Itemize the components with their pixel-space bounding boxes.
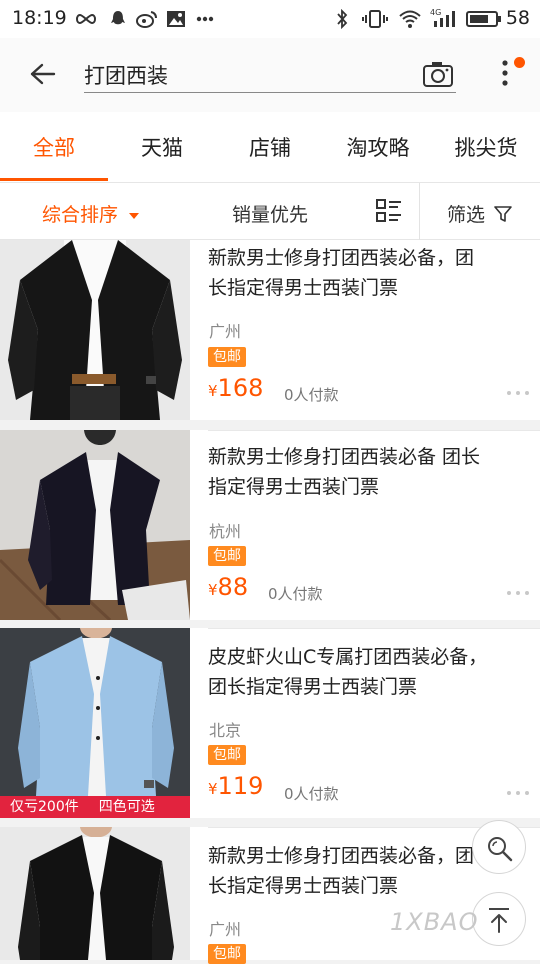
product-price: ¥168 [208,374,263,402]
find-similar-button[interactable] [472,820,526,874]
image-icon [167,11,185,27]
battery-icon [466,11,501,27]
product-title-line-2: 长指定得男士西装门票 [208,875,399,897]
tab-picks[interactable]: 挑尖货 [432,132,540,162]
product-location: 北京 [209,721,242,740]
sort-sales-button[interactable]: 销量优先 [232,200,308,227]
sort-divider [419,183,420,241]
search-header: 打团西装 [0,38,540,112]
status-bar: 18:19 4G 58 [0,0,540,38]
battery-level: 58 [505,7,530,29]
active-tab-indicator [0,178,108,181]
wifi-icon [399,10,421,28]
filter-label: 筛选 [447,204,486,226]
product-item[interactable]: 仅亏200件 四色可选 皮皮虾火山C专属打团西装必备， 团长指定得男士西装门票 北… [0,628,540,818]
product-title-line-2: 指定得男士西装门票 [208,476,380,498]
weibo-icon [136,11,157,28]
free-shipping-badge: 包邮 [208,944,246,964]
sort-comprehensive-button[interactable]: 综合排序 [42,200,140,227]
search-input[interactable]: 打团西装 [84,60,168,90]
filter-funnel-icon [494,206,512,222]
more-notifications-icon [196,16,214,22]
product-image[interactable] [0,628,190,818]
free-shipping-badge: 包邮 [208,347,246,367]
product-price: ¥88 [208,573,248,601]
product-title-line-2: 团长指定得男士西装门票 [208,676,418,698]
promo-limited-text: 仅亏200件 [10,799,79,815]
product-image[interactable] [0,430,190,620]
price-value: 88 [217,573,249,601]
signal-icon [434,11,455,27]
sales-count: 0人付款 [284,386,339,404]
free-shipping-badge: 包邮 [208,546,246,566]
price-value: 119 [217,772,264,800]
sales-count: 0人付款 [284,785,339,803]
overflow-menu-icon[interactable] [500,58,510,88]
sales-count: 0人付款 [268,585,323,603]
more-options-icon[interactable] [506,790,530,796]
product-title-line-1: 新款男士修身打团西装必备，团 [208,247,475,269]
category-tabs: 全部 天猫 店铺 淘攻略 挑尖货 [0,112,540,182]
sort-bar: 综合排序 销量优先 筛选 [0,182,540,241]
product-image[interactable] [0,240,190,420]
free-shipping-badge: 包邮 [208,745,246,765]
bluetooth-icon [337,9,348,29]
camera-icon[interactable] [422,60,454,88]
product-location: 杭州 [209,522,242,541]
item-separator [208,628,540,629]
promo-colors-text: 四色可选 [98,799,155,815]
back-arrow-icon[interactable] [28,62,56,86]
tab-all[interactable]: 全部 [0,132,108,162]
site-watermark: 1XBAO [390,908,479,936]
vibrate-icon [362,10,388,28]
filter-button[interactable]: 筛选 [447,200,512,227]
tab-tmall[interactable]: 天猫 [108,132,216,162]
currency-symbol: ¥ [208,382,218,400]
promo-banner: 仅亏200件 四色可选 [0,796,190,818]
list-view-toggle-icon[interactable] [376,199,402,223]
product-price: ¥119 [208,772,263,800]
product-item[interactable]: 新款男士修身打团西装必备，团 长指定得男士西装门票 广州 包邮 [0,827,540,964]
sort-comprehensive-label: 综合排序 [42,204,119,226]
qq-icon [111,11,125,25]
price-value: 168 [217,374,264,402]
product-location: 广州 [209,920,242,939]
search-underline [84,92,456,93]
more-options-icon[interactable] [506,590,530,596]
back-to-top-button[interactable] [472,892,526,946]
currency-symbol: ¥ [208,780,218,798]
product-image[interactable] [0,827,190,960]
item-separator [208,430,540,431]
product-title-line-2: 长指定得男士西装门票 [208,277,399,299]
product-item[interactable]: 新款男士修身打团西装必备 团长 指定得男士西装门票 杭州 包邮 ¥88 0人付款 [0,430,540,620]
notification-dot [514,57,525,68]
status-time: 18:19 [12,7,67,29]
infinity-icon [76,13,96,25]
product-title-line-1: 新款男士修身打团西装必备 团长 [208,446,481,468]
tab-shops[interactable]: 店铺 [216,132,324,162]
product-title-line-1: 皮皮虾火山C专属打团西装必备， [208,646,488,668]
product-item[interactable]: 新款男士修身打团西装必备，团 长指定得男士西装门票 广州 包邮 ¥168 0人付… [0,240,540,420]
more-options-icon[interactable] [506,390,530,396]
tab-guides[interactable]: 淘攻略 [324,132,432,162]
currency-symbol: ¥ [208,581,218,599]
find-similar-icon [488,837,513,862]
product-location: 广州 [209,322,242,341]
caret-down-icon [129,212,140,219]
arrow-up-icon [489,908,509,933]
